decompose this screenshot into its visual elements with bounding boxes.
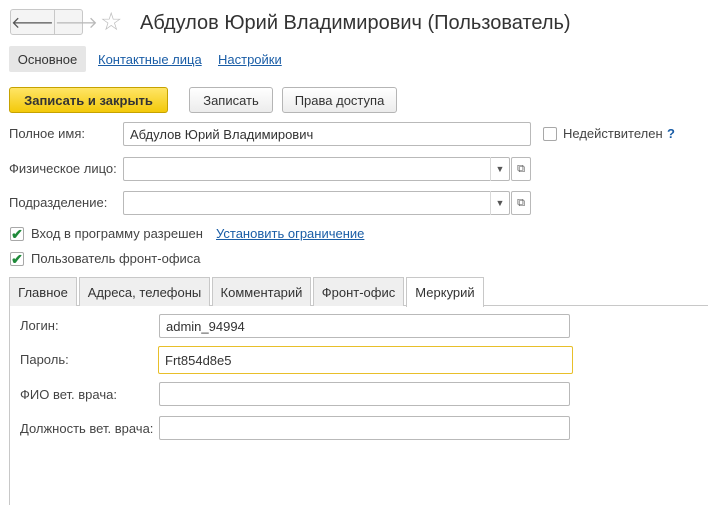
tab-front-office[interactable]: Фронт-офис [313, 277, 404, 306]
login-allowed-checkbox[interactable]: ✔ [10, 227, 24, 241]
invalid-checkbox[interactable] [543, 127, 557, 141]
full-name-field[interactable]: Абдулов Юрий Владимирович [123, 122, 531, 146]
back-arrow-icon[interactable]: 🡐 [11, 10, 54, 34]
password-field[interactable]: Frt854d8e5 [158, 346, 573, 374]
favorite-star-icon[interactable]: ☆ [100, 7, 122, 37]
save-button[interactable]: Записать [189, 87, 273, 113]
forward-arrow-icon[interactable]: 🡒 [53, 10, 98, 34]
tab-settings[interactable]: Настройки [218, 52, 282, 67]
department-dropdown-icon[interactable]: ▼ [490, 191, 509, 215]
department-label: Подразделение: [9, 195, 108, 210]
tab-contacts[interactable]: Контактные лица [98, 52, 202, 67]
help-icon[interactable]: ? [667, 126, 675, 141]
set-restriction-link[interactable]: Установить ограничение [216, 226, 364, 241]
tab-addresses-phones[interactable]: Адреса, телефоны [79, 277, 210, 306]
vet-position-field[interactable] [159, 416, 570, 440]
save-and-close-button[interactable]: Записать и закрыть [9, 87, 168, 113]
front-office-user-checkbox[interactable]: ✔ [10, 252, 24, 266]
invalid-label: Недействителен [563, 126, 663, 141]
login-allowed-label: Вход в программу разрешен [31, 226, 203, 241]
vet-name-field[interactable] [159, 382, 570, 406]
tab-main[interactable]: Основное [9, 46, 86, 72]
department-field[interactable]: ▼ [123, 191, 510, 215]
front-office-user-label: Пользователь фронт-офиса [31, 251, 201, 266]
person-label: Физическое лицо: [9, 161, 117, 176]
login-field[interactable]: admin_94994 [159, 314, 570, 338]
vet-position-label: Должность вет. врача: [20, 421, 154, 436]
person-field[interactable]: ▼ [123, 157, 510, 181]
password-label: Пароль: [20, 352, 69, 367]
tab-mercury[interactable]: Меркурий [406, 277, 484, 307]
department-open-icon[interactable]: ⧉ [511, 191, 531, 215]
vet-name-label: ФИО вет. врача: [20, 387, 117, 402]
person-open-icon[interactable]: ⧉ [511, 157, 531, 181]
window-title: Абдулов Юрий Владимирович (Пользователь) [140, 12, 571, 34]
person-dropdown-icon[interactable]: ▼ [490, 157, 509, 181]
full-name-label: Полное имя: [9, 126, 85, 141]
tab-general[interactable]: Главное [9, 277, 77, 306]
access-rights-button[interactable]: Права доступа [282, 87, 397, 113]
login-label: Логин: [20, 318, 59, 333]
navigation-buttons: 🡐 🡒 [10, 9, 98, 35]
tab-comment[interactable]: Комментарий [212, 277, 311, 306]
